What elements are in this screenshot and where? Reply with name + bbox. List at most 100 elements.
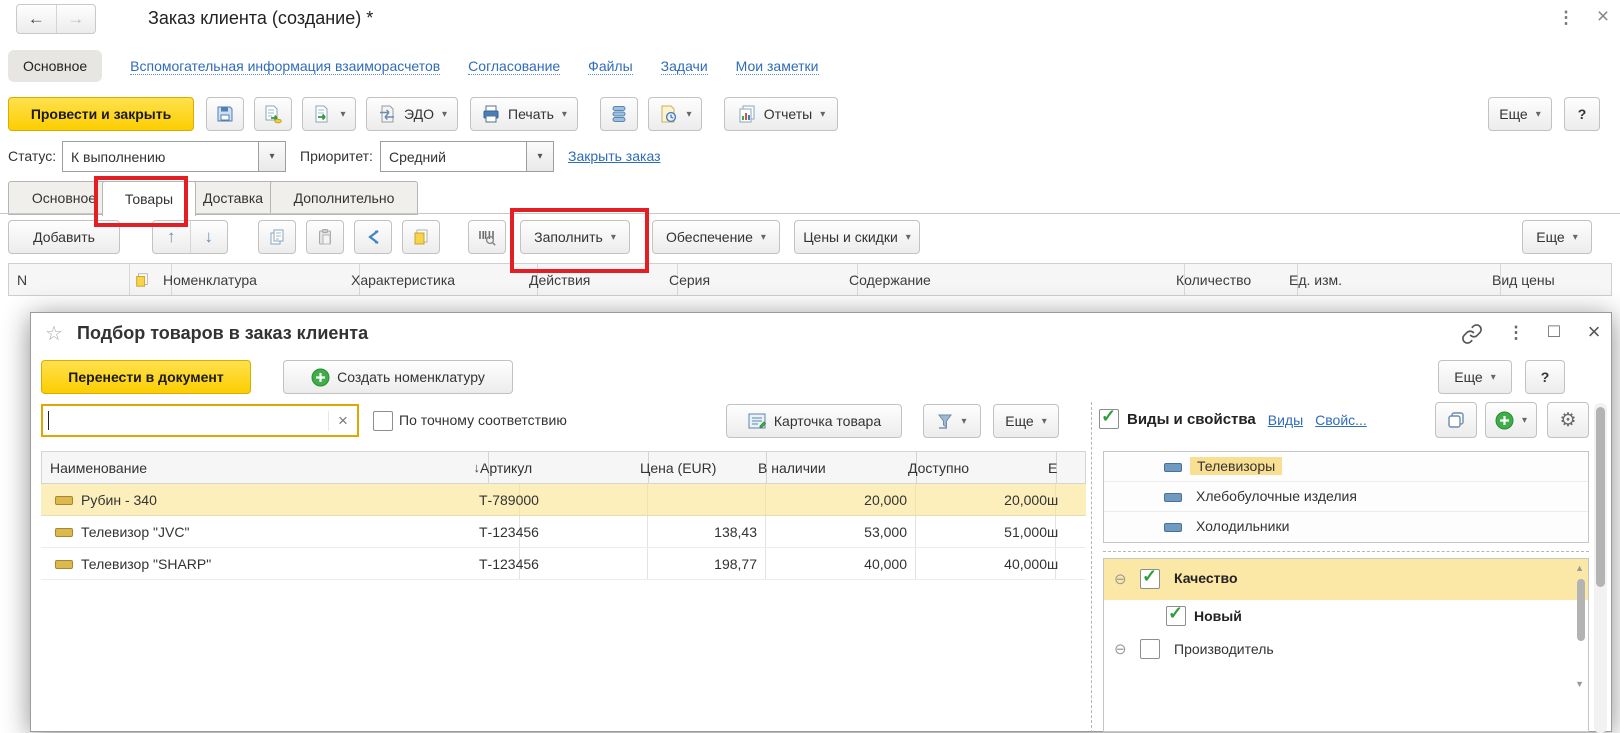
properties-link[interactable]: Свойс... <box>1315 412 1367 428</box>
dropdown-icon: ▾ <box>1491 372 1496 383</box>
clear-search-icon[interactable]: × <box>328 411 357 431</box>
priority-combobox[interactable]: Средний ▾ <box>380 141 554 172</box>
col-series[interactable]: Серия <box>661 264 858 295</box>
grid-more-button[interactable]: Еще ▾ <box>1522 220 1592 254</box>
split-row-button[interactable] <box>354 220 392 254</box>
col-price-kind[interactable]: Вид цены <box>1484 264 1620 295</box>
close-order-link[interactable]: Закрыть заказ <box>568 148 661 164</box>
tab-additional[interactable]: Дополнительно <box>270 181 418 215</box>
print-dropdown-button[interactable]: Печать ▾ <box>470 97 578 131</box>
exact-match-checkbox[interactable] <box>373 411 393 431</box>
col-name[interactable]: Наименование ↓ <box>42 452 489 483</box>
add-row-button[interactable]: Добавить <box>8 220 120 254</box>
types-properties-checkbox[interactable]: ✓ <box>1099 409 1119 429</box>
tree-row-new[interactable]: ✓ Новый <box>1104 600 1588 632</box>
list-item[interactable]: Холодильники <box>1104 512 1588 542</box>
copy-create-dropdown-button[interactable]: ▾ <box>302 97 356 131</box>
col-content[interactable]: Содержание <box>841 264 1185 295</box>
transfer-to-document-button[interactable]: Перенести в документ <box>41 360 251 394</box>
tree-scrollbar-thumb[interactable] <box>1577 579 1585 641</box>
get-link-icon[interactable] <box>1461 323 1483 345</box>
tree-row-quality[interactable]: ⊖ ✓ Качество <box>1104 559 1588 600</box>
table-row[interactable]: Телевизор "SHARP" Т-123456 198,77 40,000… <box>41 548 1086 580</box>
post-document-button[interactable] <box>254 97 292 131</box>
panel-splitter-vertical[interactable] <box>1091 402 1092 733</box>
create-nomenclature-button[interactable]: Создать номенклатуру <box>283 360 513 394</box>
col-characteristic[interactable]: Характеристика <box>343 264 538 295</box>
collapse-icon[interactable]: ⊖ <box>1114 570 1127 588</box>
stack-copy-icon <box>1446 410 1466 430</box>
list-more-button[interactable]: Еще ▾ <box>993 404 1059 438</box>
panel-splitter-horizontal[interactable] <box>1103 551 1589 552</box>
nav-tab-approval[interactable]: Согласование <box>468 58 560 75</box>
priority-dropdown-icon[interactable]: ▾ <box>526 142 553 171</box>
tab-goods[interactable]: Товары <box>102 181 196 216</box>
back-button[interactable]: ← <box>17 5 57 33</box>
filter-dropdown-button[interactable]: ▾ <box>923 404 981 438</box>
collapse-icon[interactable]: ⊖ <box>1114 640 1127 658</box>
nav-tab-main[interactable]: Основное <box>8 50 102 82</box>
panel-scrollbar-thumb[interactable] <box>1596 407 1605 587</box>
paste-row-button[interactable] <box>306 220 344 254</box>
tree-row-manufacturer[interactable]: ⊖ Производитель <box>1104 632 1588 665</box>
add-type-dropdown-button[interactable]: ▾ <box>1485 402 1537 438</box>
copy-row-button[interactable] <box>258 220 296 254</box>
col-sku[interactable]: Артикул <box>472 452 649 483</box>
list-item[interactable]: Телевизоры <box>1104 452 1588 482</box>
post-and-close-button[interactable]: Провести и закрыть <box>8 97 194 131</box>
supply-dropdown-button[interactable]: Обеспечение ▾ <box>652 220 780 254</box>
exact-match-label[interactable]: По точному соответствию <box>399 412 567 428</box>
product-card-button[interactable]: Карточка товара <box>726 404 902 438</box>
nav-tab-notes[interactable]: Мои заметки <box>736 58 819 75</box>
col-available[interactable]: Доступно <box>900 452 1057 483</box>
col-nomenclature[interactable]: Номенклатура <box>155 264 360 295</box>
fill-dropdown-button[interactable]: Заполнить ▾ <box>520 220 630 254</box>
list-item[interactable]: Хлебобулочные изделия <box>1104 482 1588 512</box>
window-close-icon[interactable]: × <box>1592 5 1614 29</box>
dialog-close-icon[interactable]: × <box>1583 319 1605 345</box>
dialog-kebab-icon[interactable]: ⋮ <box>1507 323 1525 343</box>
types-link[interactable]: Виды <box>1268 412 1303 428</box>
nav-tab-files[interactable]: Файлы <box>588 58 632 75</box>
register-button[interactable] <box>600 97 638 131</box>
nav-tab-aux-info[interactable]: Вспомогательная информация взаиморасчето… <box>130 58 440 75</box>
nav-tab-tasks[interactable]: Задачи <box>661 58 708 75</box>
col-unit[interactable]: Ед. изм. <box>1281 264 1501 295</box>
search-input[interactable]: × <box>41 404 359 437</box>
col-n[interactable]: N <box>9 264 130 295</box>
table-row[interactable]: Рубин - 340 Т-789000 20,000 20,000 ш <box>41 484 1086 516</box>
dialog-help-button[interactable]: ? <box>1525 360 1565 394</box>
forward-button[interactable]: → <box>57 5 96 33</box>
settings-button[interactable]: ⚙ <box>1547 402 1589 438</box>
reminder-dropdown-button[interactable]: ▾ <box>648 97 702 131</box>
save-button[interactable] <box>206 97 244 131</box>
manufacturer-checkbox[interactable] <box>1140 639 1160 659</box>
col-in-stock[interactable]: В наличии <box>750 452 917 483</box>
window-help-button[interactable]: ? <box>1564 97 1600 131</box>
prices-discounts-dropdown-button[interactable]: Цены и скидки ▾ <box>794 220 920 254</box>
col-quantity[interactable]: Количество <box>1168 264 1298 295</box>
col-actions[interactable]: Действия <box>521 264 678 295</box>
reports-dropdown-button[interactable]: Отчеты ▾ <box>724 97 838 131</box>
col-price[interactable]: Цена (EUR) <box>632 452 767 483</box>
dialog-maximize-icon[interactable]: □ <box>1543 321 1565 343</box>
edo-dropdown-button[interactable]: ЭДО ▾ <box>366 97 458 131</box>
tree-scroll-up-icon[interactable]: ▲ <box>1575 563 1584 573</box>
window-more-button[interactable]: Еще ▾ <box>1488 97 1552 131</box>
dialog-more-button[interactable]: Еще ▾ <box>1438 360 1512 394</box>
barcode-scan-button[interactable] <box>468 220 506 254</box>
col-unit-clipped[interactable]: Е <box>1040 452 1086 483</box>
panel-scrollbar[interactable] <box>1594 403 1607 733</box>
compare-types-button[interactable] <box>1435 402 1477 438</box>
move-down-button[interactable]: ↓ <box>190 221 228 253</box>
status-dropdown-icon[interactable]: ▾ <box>258 142 285 171</box>
quality-checkbox[interactable]: ✓ <box>1140 569 1160 589</box>
new-checkbox[interactable]: ✓ <box>1166 606 1186 626</box>
table-row[interactable]: Телевизор "JVC" Т-123456 138,43 53,000 5… <box>41 516 1086 548</box>
tree-scroll-down-icon[interactable]: ▼ <box>1575 679 1584 689</box>
change-selected-button[interactable] <box>402 220 440 254</box>
favorite-star-icon[interactable]: ☆ <box>45 321 63 346</box>
move-up-button[interactable]: ↑ <box>153 221 190 253</box>
window-kebab-icon[interactable]: ⋮ <box>1556 8 1576 28</box>
status-combobox[interactable]: К выполнению ▾ <box>62 141 286 172</box>
